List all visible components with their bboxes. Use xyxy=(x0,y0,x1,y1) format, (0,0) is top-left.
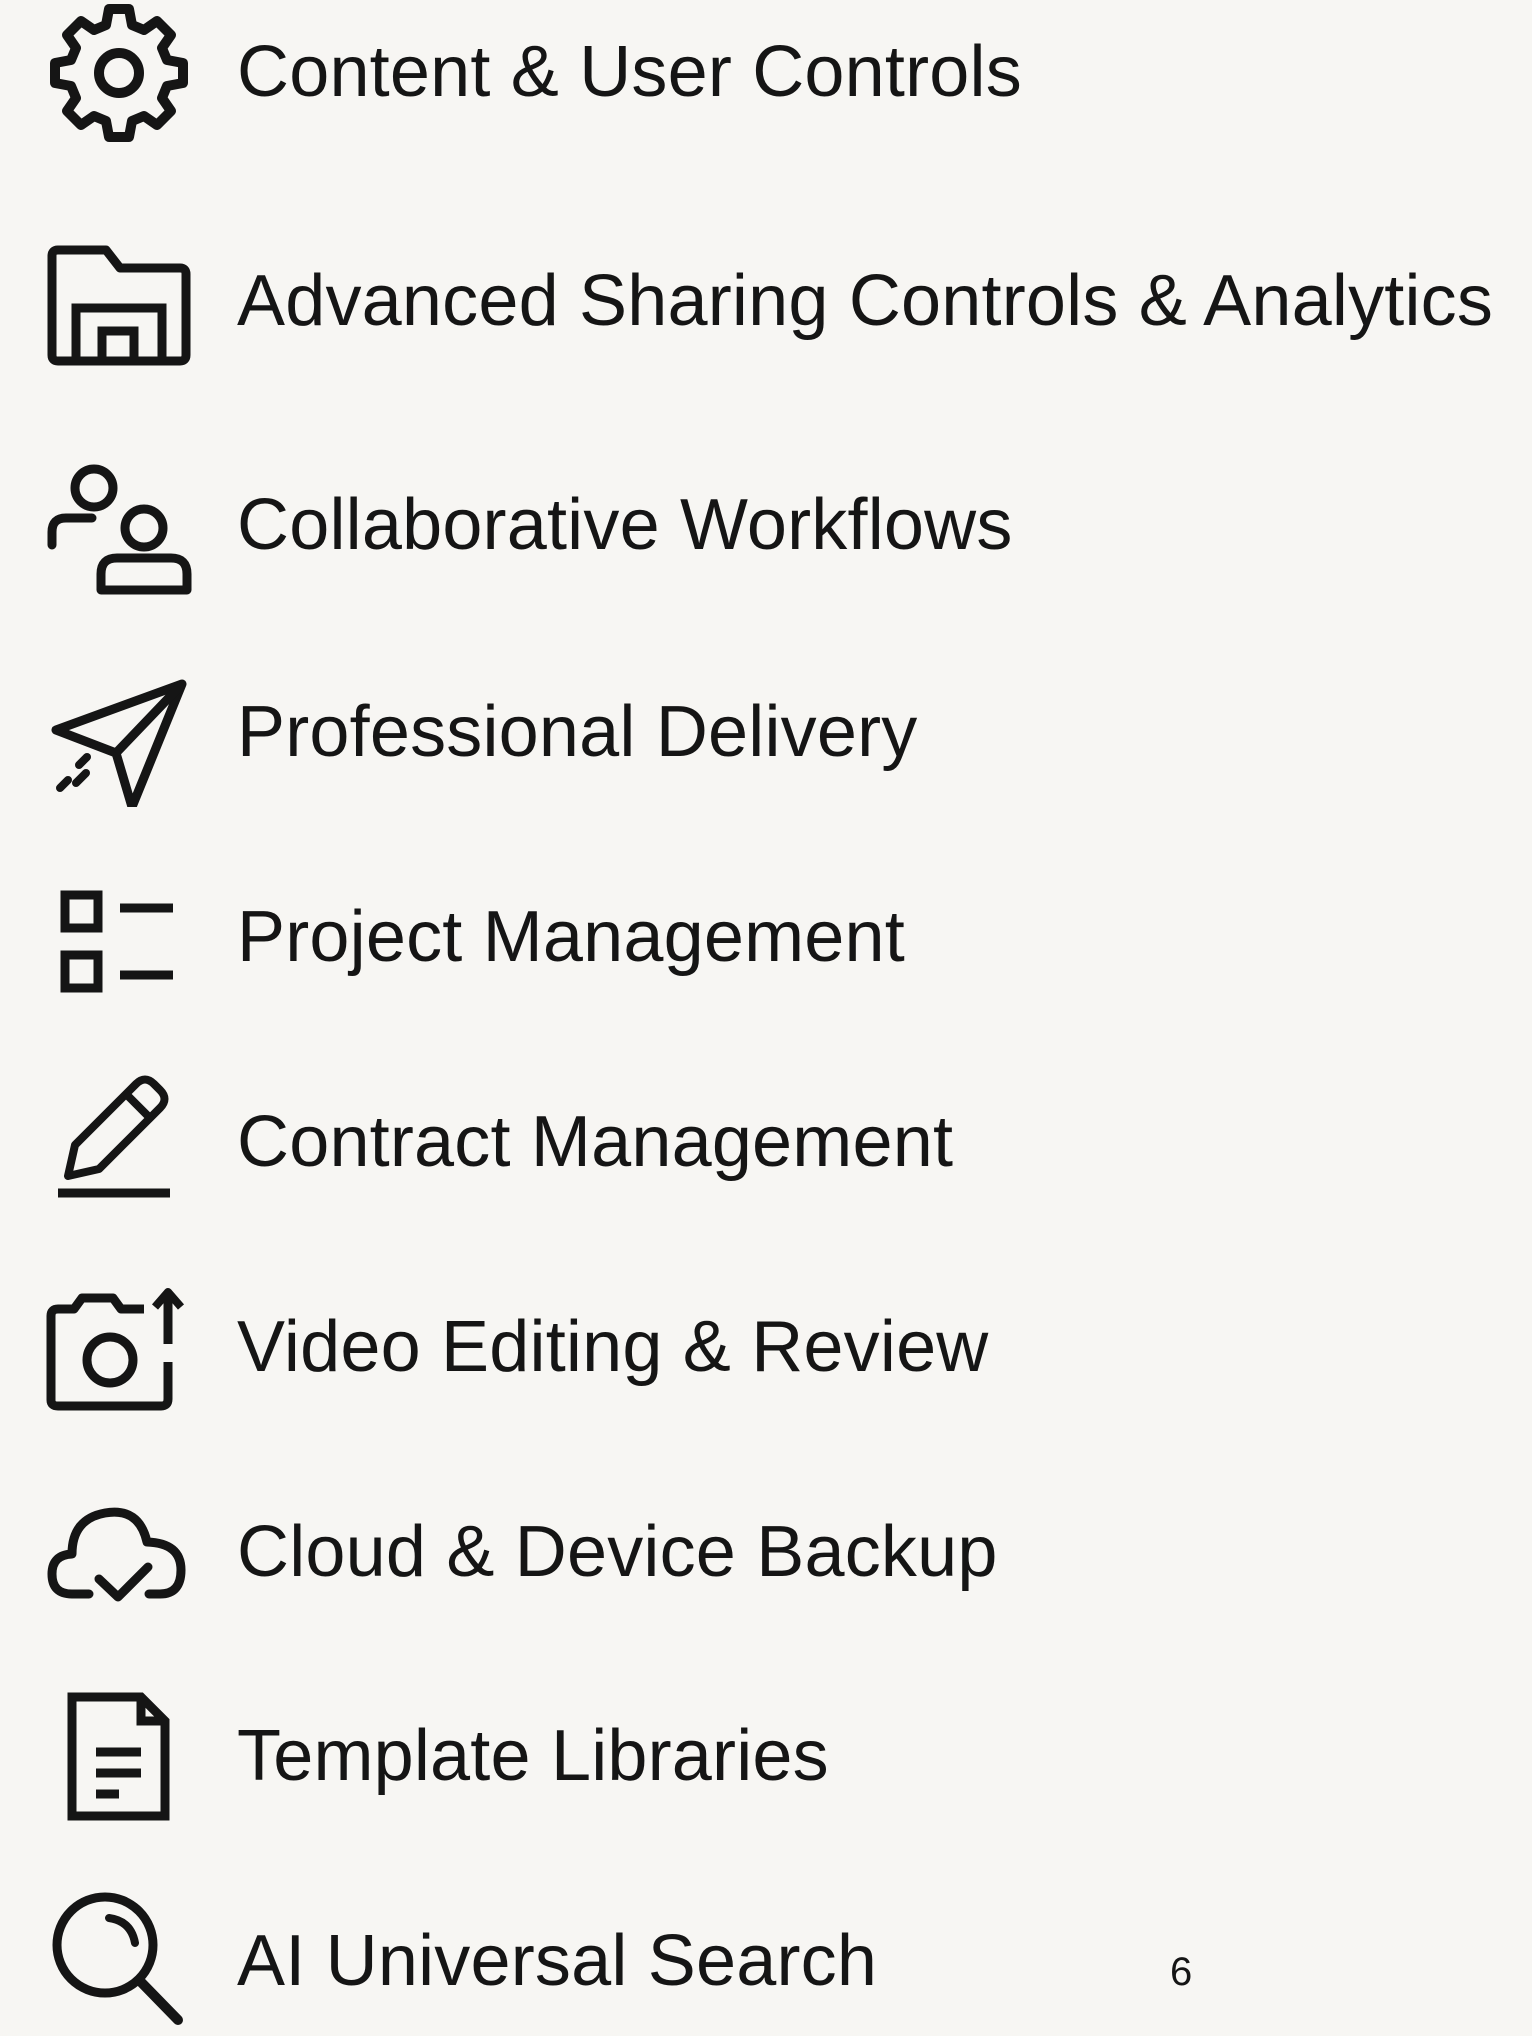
feature-label: Template Libraries xyxy=(237,1716,829,1796)
feature-label: Professional Delivery xyxy=(237,692,918,772)
document-icon xyxy=(44,1681,194,1831)
feature-item-template-libraries: Template Libraries xyxy=(0,1681,1532,1831)
users-icon xyxy=(44,450,194,600)
feature-item-contract-management: Contract Management xyxy=(0,1067,1532,1217)
pencil-icon xyxy=(44,1067,194,1217)
gear-icon xyxy=(44,0,194,147)
feature-label: Collaborative Workflows xyxy=(237,485,1013,565)
feature-item-advanced-sharing: Advanced Sharing Controls & Analytics xyxy=(0,226,1532,376)
feature-list: Content & User Controls Advanced Sharing… xyxy=(0,0,1532,2025)
feature-label: Project Management xyxy=(237,897,905,977)
feature-item-professional-delivery: Professional Delivery xyxy=(0,657,1532,807)
feature-item-content-user-controls: Content & User Controls xyxy=(0,0,1532,147)
camera-upload-icon xyxy=(44,1272,194,1422)
feature-item-collaborative-workflows: Collaborative Workflows xyxy=(0,450,1532,600)
feature-item-cloud-backup: Cloud & Device Backup xyxy=(0,1477,1532,1627)
cloud-check-icon xyxy=(44,1477,194,1627)
feature-label: Cloud & Device Backup xyxy=(237,1512,998,1592)
feature-item-ai-search: AI Universal Search xyxy=(0,1886,1532,2036)
feature-label: Video Editing & Review xyxy=(237,1307,989,1387)
folder-icon xyxy=(44,226,194,376)
feature-label: Advanced Sharing Controls & Analytics xyxy=(237,261,1494,341)
feature-label: Content & User Controls xyxy=(237,32,1022,112)
feature-label: Contract Management xyxy=(237,1102,954,1182)
page-number: 6 xyxy=(1170,1950,1193,1994)
feature-item-video-editing: Video Editing & Review xyxy=(0,1272,1532,1422)
feature-label: AI Universal Search xyxy=(237,1921,878,2001)
send-icon xyxy=(44,657,194,807)
search-icon xyxy=(44,1886,194,2036)
checklist-icon xyxy=(44,862,194,1012)
feature-item-project-management: Project Management xyxy=(0,862,1532,1012)
